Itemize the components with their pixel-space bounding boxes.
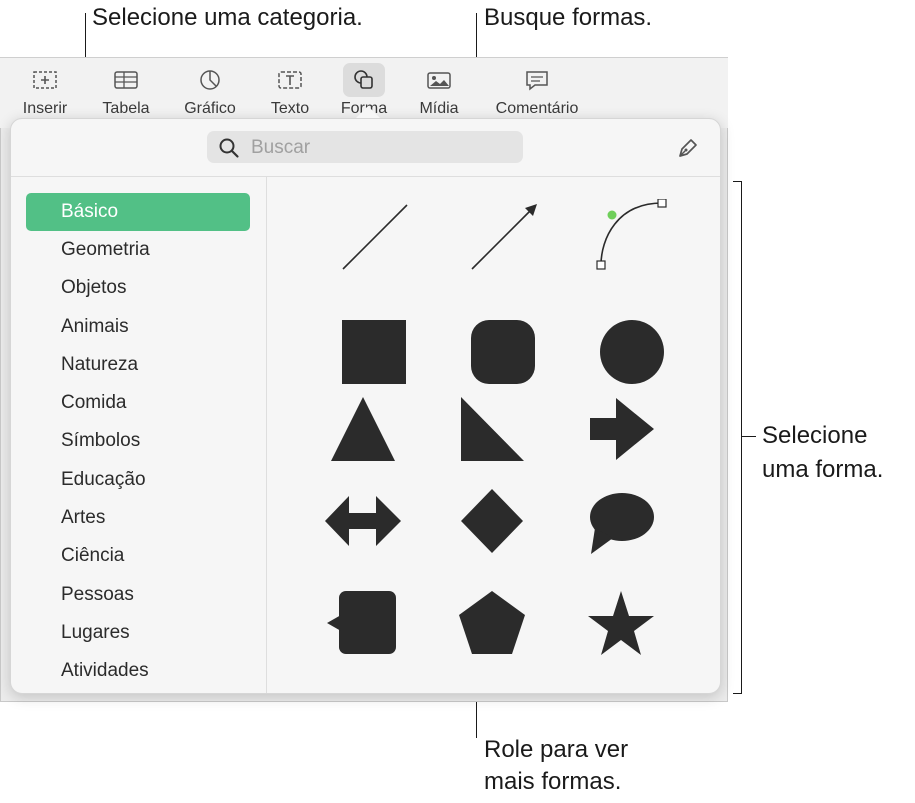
shape-callout-square[interactable] <box>319 583 409 673</box>
category-item-artes[interactable]: Artes <box>26 499 250 537</box>
callout-select-shape-1: Selecione <box>762 422 868 449</box>
shape-triangle[interactable] <box>319 392 409 482</box>
toolbar-comment[interactable]: Comentário <box>486 66 588 118</box>
callout-search-shapes: Busque formas. <box>484 4 653 31</box>
toolbar-insert[interactable]: Inserir <box>16 66 74 118</box>
shape-arrow-line[interactable] <box>458 199 548 289</box>
shape-pentagon[interactable] <box>448 583 538 673</box>
draw-pen-icon[interactable] <box>675 135 701 166</box>
shape-curve[interactable] <box>587 199 677 289</box>
category-item-lugares[interactable]: Lugares <box>26 614 250 652</box>
shape-line[interactable] <box>329 199 419 289</box>
category-item-comida[interactable]: Comida <box>26 384 250 422</box>
category-item-ciencia[interactable]: Ciência <box>26 537 250 575</box>
shape-icon <box>336 66 392 96</box>
category-item-objetos[interactable]: Objetos <box>26 269 250 307</box>
search-icon <box>218 137 240 164</box>
category-item-animais[interactable]: Animais <box>26 308 250 346</box>
category-list: Básico Geometria Objetos Animais Naturez… <box>26 193 250 691</box>
media-icon <box>412 66 466 96</box>
toolbar-chart[interactable]: Gráfico <box>177 66 243 118</box>
category-item-pessoas[interactable]: Pessoas <box>26 576 250 614</box>
shape-arrow[interactable] <box>577 392 667 482</box>
shape-speech-bubble[interactable] <box>577 484 667 574</box>
comment-icon <box>486 66 588 96</box>
toolbar-table[interactable]: Tabela <box>95 66 157 118</box>
text-box-icon <box>264 66 316 96</box>
category-item-simbolos[interactable]: Símbolos <box>26 422 250 460</box>
bracket-tick <box>741 436 756 437</box>
bracket-shapes <box>733 181 742 694</box>
category-item-atividades[interactable]: Atividades <box>26 652 250 690</box>
category-item-basico[interactable]: Básico <box>26 193 250 231</box>
toolbar-media[interactable]: Mídia <box>412 66 466 118</box>
shape-right-triangle[interactable] <box>448 392 538 482</box>
toolbar-text[interactable]: Texto <box>264 66 316 118</box>
popover-arrow <box>356 106 380 118</box>
insert-icon <box>16 66 74 96</box>
search-field[interactable] <box>207 131 523 163</box>
callout-scroll-2: mais formas. <box>484 768 622 795</box>
callout-select-category: Selecione uma categoria. <box>92 4 363 31</box>
shape-double-arrow[interactable] <box>319 484 409 574</box>
chart-icon <box>177 66 243 96</box>
category-item-educacao[interactable]: Educação <box>26 461 250 499</box>
callout-scroll-1: Role para ver <box>484 736 629 763</box>
table-icon <box>95 66 157 96</box>
search-input[interactable] <box>249 135 513 161</box>
shape-diamond[interactable] <box>448 484 538 574</box>
callout-select-shape-2: uma forma. <box>762 456 884 483</box>
category-item-geometria[interactable]: Geometria <box>26 231 250 269</box>
category-item-natureza[interactable]: Natureza <box>26 346 250 384</box>
shape-star[interactable] <box>577 583 667 673</box>
